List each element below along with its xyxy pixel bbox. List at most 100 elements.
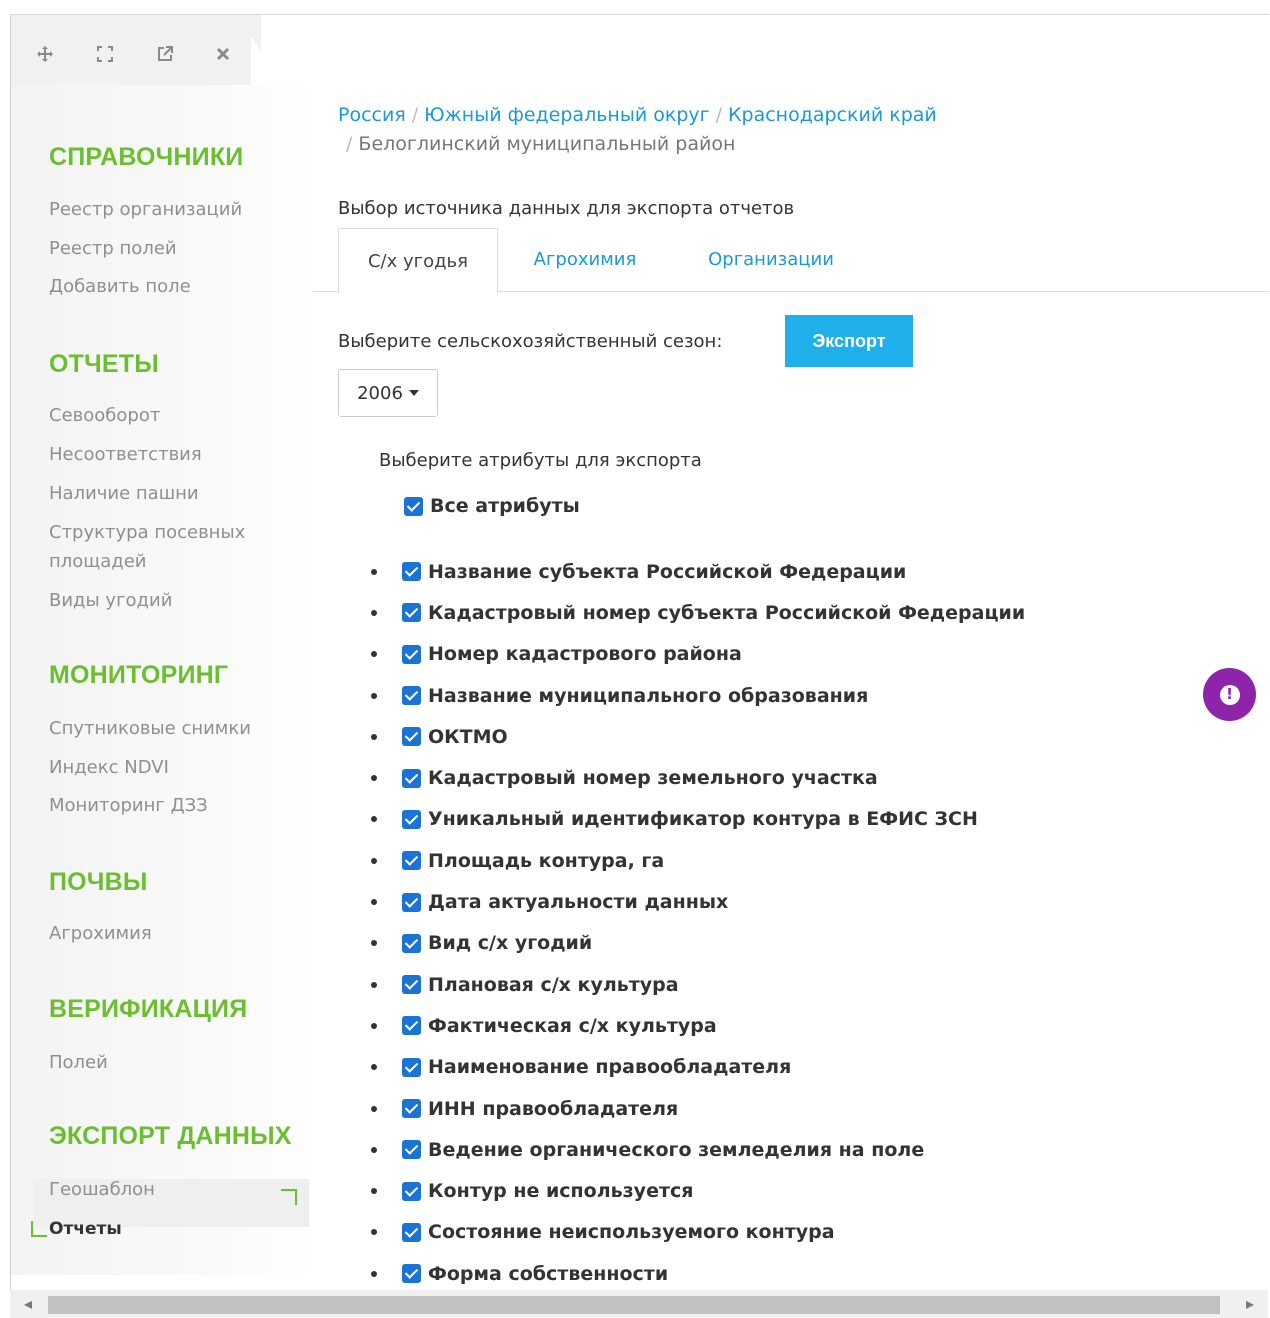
sidebar-item-field-registry[interactable]: Реестр полей [49,234,177,263]
tab-farmland[interactable]: С/х угодья [338,228,498,294]
attribute-checkbox[interactable] [402,768,421,788]
attribute-item[interactable]: Контур не используется [371,1170,1025,1211]
attribute-label: Состояние неиспользуемого контура [428,1221,835,1244]
sidebar-section-reports: ОТЧЕТЫ [49,350,159,378]
attribute-item[interactable]: ИНН правообладателя [371,1088,1025,1129]
attribute-item[interactable]: Кадастровый номер земельного участка [371,757,1025,798]
attribute-item[interactable]: Дата актуальности данных [371,881,1025,922]
attribute-item[interactable]: Кадастровый номер субъекта Российской Фе… [371,592,1025,633]
season-select[interactable]: 2006 [338,369,438,417]
horizontal-scrollbar[interactable]: ◂ ▸ [10,1290,1268,1318]
attribute-item[interactable]: Состояние неиспользуемого контура [371,1212,1025,1253]
attribute-item[interactable]: Ведение органического земледелия на поле [371,1129,1025,1170]
tab-agrochemistry[interactable]: Агрохимия [520,228,650,291]
breadcrumb-russia[interactable]: Россия [338,104,406,126]
attribute-item[interactable]: Название субъекта Российской Федерации [371,551,1025,592]
list-bullet [371,651,377,658]
sidebar-item-org-registry[interactable]: Реестр организаций [49,195,242,224]
list-bullet [371,609,377,616]
attribute-item[interactable]: Фактическая с/х культура [371,1005,1025,1046]
sidebar-item-add-field[interactable]: Добавить поле [49,272,191,301]
tab-organizations[interactable]: Организации [691,228,851,291]
attribute-item[interactable]: Плановая с/х культура [371,964,1025,1005]
sidebar-section-verification: ВЕРИФИКАЦИЯ [49,995,248,1023]
attribute-checkbox[interactable] [402,809,421,829]
all-attributes-label: Все атрибуты [430,495,580,517]
attribute-label: Кадастровый номер земельного участка [428,767,878,790]
scrollbar-thumb[interactable] [48,1296,1220,1314]
export-button[interactable]: Экспорт [785,315,913,367]
sidebar-item-land-types[interactable]: Виды угодий [49,586,172,615]
breadcrumb-krasnodar[interactable]: Краснодарский край [728,104,937,126]
sidebar-item-geotemplate[interactable]: Геошаблон [49,1175,155,1204]
attribute-item[interactable]: Название муниципального образования [371,675,1025,716]
attribute-item[interactable]: Уникальный идентификатор контура в ЕФИС … [371,799,1025,840]
attribute-label: Ведение органического земледелия на поле [428,1138,925,1161]
attribute-checkbox[interactable] [402,1140,421,1160]
attribute-checkbox[interactable] [402,892,421,912]
attribute-checkbox[interactable] [402,933,421,953]
list-bullet [371,940,377,947]
list-bullet [371,1105,377,1112]
attribute-checkbox[interactable] [402,1099,421,1118]
alert-fab-button[interactable]: ! [1203,668,1256,721]
sidebar-item-reports-active[interactable]: Отчеты [49,1215,122,1244]
list-bullet [371,733,377,740]
attribute-checkbox[interactable] [402,1016,421,1036]
sidebar-section-data-export: ЭКСПОРТ ДАННЫХ [49,1122,292,1150]
all-attributes-checkbox[interactable] [404,496,423,516]
attribute-label: Дата актуальности данных [428,891,729,914]
sidebar-item-crop-rotation[interactable]: Севооборот [49,401,160,430]
move-icon[interactable] [33,42,57,66]
expand-icon[interactable] [93,42,117,66]
attribute-checkbox[interactable] [402,975,421,995]
attribute-item[interactable]: Номер кадастрового района [371,634,1025,675]
attribute-checkbox[interactable] [402,686,421,706]
attribute-checkbox[interactable] [402,851,421,871]
sidebar-item-ndvi[interactable]: Индекс NDVI [49,753,169,782]
attribute-label: Наименование правообладателя [428,1056,792,1079]
sidebar-item-sown-area-structure-cont[interactable]: площадей [49,547,147,576]
main-content: Россия / Южный федеральный округ / Краснодар… [313,85,1269,1285]
attribute-checkbox[interactable] [402,644,421,664]
sidebar-item-fields[interactable]: Полей [49,1048,108,1077]
sidebar-item-satellite-images[interactable]: Спутниковые снимки [49,714,251,743]
attribute-label: Кадастровый номер субъекта Российской Фе… [428,601,1026,624]
attribute-label: Вид с/х угодий [428,932,593,955]
season-label: Выберите сельскохозяйственный сезон: [338,331,723,352]
attribute-checkbox[interactable] [402,562,421,582]
breadcrumb-current: Белоглинский муниципальный район [358,133,736,155]
active-corner-top [281,1189,297,1205]
external-link-icon[interactable] [153,42,177,66]
active-corner-bottom [31,1221,47,1237]
attribute-item[interactable]: ОКТМО [371,716,1025,757]
sidebar-item-remote-sensing[interactable]: Мониторинг ДЗЗ [49,791,208,820]
attribute-checkbox[interactable] [402,1057,421,1077]
app-window: СПРАВОЧНИКИ Реестр организаций Реестр по… [10,14,1269,1305]
all-attributes-option[interactable]: Все атрибуты [404,495,580,517]
sidebar-item-arable-land[interactable]: Наличие пашни [49,479,199,508]
sidebar-item-mismatches[interactable]: Несоответствия [49,440,202,469]
sidebar-item-sown-area-structure[interactable]: Структура посевных [49,518,245,547]
attribute-label: Название муниципального образования [428,684,869,707]
alert-icon: ! [1219,684,1240,705]
attribute-checkbox[interactable] [402,1222,421,1242]
list-bullet [371,692,377,699]
scroll-left-icon[interactable]: ◂ [24,1294,32,1313]
list-bullet [371,775,377,782]
attribute-item[interactable]: Наименование правообладателя [371,1047,1025,1088]
attribute-item[interactable]: Форма собственности [371,1253,1025,1294]
attribute-label: Плановая с/х культура [428,973,679,996]
attribute-item[interactable]: Вид с/х угодий [371,923,1025,964]
attribute-checkbox[interactable] [402,603,421,623]
attribute-checkbox[interactable] [402,1181,421,1201]
scroll-right-icon[interactable]: ▸ [1246,1294,1254,1313]
list-bullet [371,568,377,575]
close-icon[interactable] [211,42,235,66]
attribute-checkbox[interactable] [402,1264,421,1284]
breadcrumb-separator: / [715,104,723,126]
attribute-item[interactable]: Площадь контура, га [371,840,1025,881]
breadcrumb-south-district[interactable]: Южный федеральный округ [424,104,709,126]
sidebar-item-agrochemistry[interactable]: Агрохимия [49,919,152,948]
attribute-checkbox[interactable] [402,727,421,747]
